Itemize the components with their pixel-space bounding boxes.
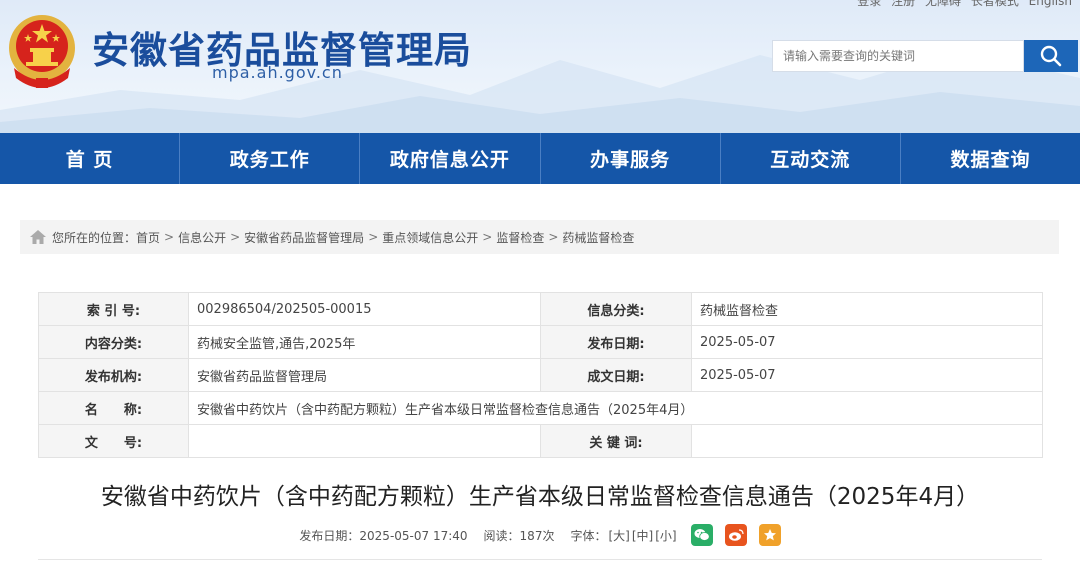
top-link-english[interactable]: English [1029,0,1072,8]
pubdate-value: 2025-05-07 [691,325,1043,359]
nav-item-interaction[interactable]: 互动交流 [721,133,901,184]
index-label: 索 引 号: [38,292,189,326]
nav-item-information-disclosure[interactable]: 政府信息公开 [360,133,541,184]
breadcrumb-item-supervision[interactable]: 监督检查 [496,229,544,246]
breadcrumb-separator: > [368,230,379,244]
category-value: 药械监督检查 [691,292,1043,326]
view-count: 阅读：187次 [483,528,555,543]
keywords-value [691,424,1043,458]
publish-date: 发布日期：2025-05-07 17:40 [299,528,468,543]
breadcrumb-item-bureau[interactable]: 安徽省药品监督管理局 [244,229,364,246]
font-small-button[interactable]: [小] [655,527,676,544]
site-domain: mpa.ah.gov.cn [212,63,343,82]
search-button[interactable] [1024,40,1078,72]
font-large-button[interactable]: [大] [608,527,629,544]
nav-item-government-affairs[interactable]: 政务工作 [180,133,361,184]
table-row: 名 称: 安徽省中药饮片（含中药配方颗粒）生产省本级日常监督检查信息通告（202… [38,391,1043,425]
docdate-value: 2025-05-07 [691,358,1043,392]
docdate-label: 成文日期: [540,358,692,392]
table-row: 内容分类: 药械安全监管,通告,2025年 发布日期: 2025-05-07 [38,325,1043,359]
document-info-table: 索 引 号: 002986504/202505-00015 信息分类: 药械监督… [38,292,1043,458]
index-value: 002986504/202505-00015 [188,292,541,326]
article-title: 安徽省中药饮片（含中药配方颗粒）生产省本级日常监督检查信息通告（2025年4月） [100,484,980,510]
national-emblem-icon [9,15,75,88]
breadcrumb-separator: > [482,230,493,244]
top-links: 登录 注册 无障碍 长者模式 English [851,0,1072,9]
divider [38,559,1042,560]
org-label: 发布机构: [38,358,189,392]
site-header: 登录 注册 无障碍 长者模式 English 安徽省药品监督管理局 mpa.ah… [0,0,1080,133]
top-link-elder-mode[interactable]: 长者模式 [971,0,1019,8]
content-label: 内容分类: [38,325,189,359]
search-input[interactable]: 请输入需要查询的关键词 [772,40,1024,72]
article-meta: 发布日期：2025-05-07 17:40 阅读：187次 字体： [大] [中… [0,524,1080,546]
breadcrumb-item-drug-device-inspection[interactable]: 药械监督检查 [562,229,634,246]
nav-item-home[interactable]: 首 页 [0,133,181,184]
breadcrumb-separator: > [230,230,241,244]
category-label: 信息分类: [540,292,692,326]
weibo-share-button[interactable] [724,524,747,546]
table-row: 索 引 号: 002986504/202505-00015 信息分类: 药械监督… [38,292,1043,326]
star-icon [763,529,776,541]
wechat-share-button[interactable] [690,524,713,546]
favorite-button[interactable] [758,524,781,546]
breadcrumb: 您所在的位置： 首页 > 信息公开 > 安徽省药品监督管理局 > 重点领域信息公… [20,220,1059,254]
keywords-label: 关 键 词: [540,424,692,458]
top-link-register[interactable]: 注册 [891,0,915,8]
breadcrumb-item-info-disclosure[interactable]: 信息公开 [178,229,226,246]
breadcrumb-prefix: 您所在的位置： [52,230,137,245]
breadcrumb-item-home[interactable]: 首页 [136,229,160,246]
docno-value [188,424,541,458]
nav-item-services[interactable]: 办事服务 [541,133,721,184]
wechat-icon [694,529,710,541]
name-label: 名 称: [38,391,189,425]
docno-label: 文 号: [38,424,189,458]
font-size-label: 字体： [570,528,607,543]
font-medium-button[interactable]: [中] [632,527,653,544]
home-icon [30,230,46,244]
top-link-accessibility[interactable]: 无障碍 [925,0,961,8]
main-nav: 首 页 政务工作 政府信息公开 办事服务 互动交流 数据查询 [0,133,1080,184]
breadcrumb-separator: > [164,230,175,244]
breadcrumb-item-key-areas[interactable]: 重点领域信息公开 [382,229,478,246]
weibo-icon [728,529,744,541]
table-row: 发布机构: 安徽省药品监督管理局 成文日期: 2025-05-07 [38,358,1043,392]
table-row: 文 号: 关 键 词: [38,424,1043,458]
nav-item-data-query[interactable]: 数据查询 [901,133,1080,184]
content-value: 药械安全监管,通告,2025年 [188,325,541,359]
breadcrumb-separator: > [548,230,559,244]
search-icon [1040,45,1062,67]
pubdate-label: 发布日期: [540,325,692,359]
org-value: 安徽省药品监督管理局 [188,358,541,392]
top-link-login[interactable]: 登录 [857,0,881,8]
name-value: 安徽省中药饮片（含中药配方颗粒）生产省本级日常监督检查信息通告（2025年4月） [188,391,1043,425]
